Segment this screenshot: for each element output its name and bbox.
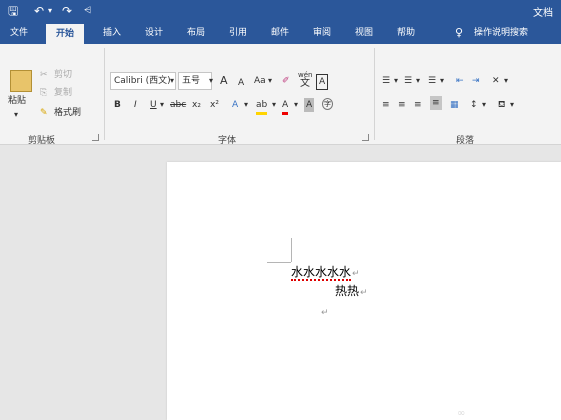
undo-icon[interactable]: ↶	[34, 3, 44, 19]
group-divider	[374, 48, 375, 140]
tab-home[interactable]: 开始	[46, 24, 84, 44]
document-text: 热热	[335, 284, 360, 298]
clear-formatting-icon[interactable]: ✐	[282, 74, 290, 88]
tab-help[interactable]: 帮助	[392, 22, 420, 44]
tab-mailings[interactable]: 邮件	[266, 22, 294, 44]
align-right-icon[interactable]: ≡	[414, 98, 422, 112]
decrease-indent-icon[interactable]: ⇤	[456, 74, 464, 88]
text-effects-dropdown-icon[interactable]: ▾	[244, 98, 248, 112]
cut-icon: ✂	[40, 70, 48, 80]
window-title: 文档	[533, 8, 553, 19]
font-name-select[interactable]: Calibri (西文)	[110, 72, 176, 90]
enclose-characters-button[interactable]: 字	[322, 98, 333, 110]
document-page[interactable]: 水水水水水↵ 热热↵ ↵ ∞	[167, 162, 561, 420]
increase-indent-icon[interactable]: ⇥	[472, 74, 480, 88]
ribbon-tabs: 文件 开始 插入 设计 布局 引用 邮件 审阅 视图 帮助 ♀ 操作说明搜索	[0, 22, 561, 44]
numbering-dropdown-icon[interactable]: ▾	[416, 74, 420, 88]
tell-me-search[interactable]: 操作说明搜索	[474, 22, 550, 44]
ribbon-home: 粘贴 ▾ ✂ 剪切 ⎘ 复制 ✎ 格式刷 剪贴板 Calibri (西文) ▾ …	[0, 44, 561, 146]
format-painter-button[interactable]: 格式刷	[54, 106, 81, 120]
highlight-dropdown-icon[interactable]: ▾	[272, 98, 276, 112]
strikethrough-button[interactable]: abc	[170, 98, 186, 112]
shrink-font-icon[interactable]: A	[238, 76, 244, 90]
paragraph-mark-icon: ↵	[360, 288, 368, 298]
bullets-icon[interactable]: ☰	[382, 74, 390, 88]
tab-references[interactable]: 引用	[224, 22, 252, 44]
watermark-icon: ∞	[457, 408, 466, 419]
align-center-icon[interactable]: ≡	[398, 98, 406, 112]
bullets-dropdown-icon[interactable]: ▾	[394, 74, 398, 88]
underline-dropdown-icon[interactable]: ▾	[160, 98, 164, 112]
tab-review[interactable]: 审阅	[308, 22, 336, 44]
undo-dropdown-icon[interactable]: ▾	[48, 3, 52, 19]
document-text: 水水水水水	[291, 265, 352, 281]
tab-layout[interactable]: 布局	[182, 22, 210, 44]
superscript-button[interactable]: x²	[210, 98, 219, 112]
copy-icon: ⎘	[40, 88, 48, 98]
tab-design[interactable]: 设计	[140, 22, 168, 44]
margin-corner-vertical	[291, 238, 292, 262]
format-painter-icon: ✎	[40, 108, 48, 118]
character-border-icon[interactable]: A	[316, 74, 329, 90]
paragraph-mark-icon: ↵	[321, 308, 329, 318]
justify-icon[interactable]: ≡	[430, 96, 442, 110]
paste-icon[interactable]	[10, 70, 32, 92]
font-size-select[interactable]: 五号	[178, 72, 212, 90]
tab-view[interactable]: 视图	[350, 22, 378, 44]
numbering-icon[interactable]: ☰	[404, 74, 412, 88]
font-group-label: 字体	[218, 136, 237, 146]
distributed-icon[interactable]: ▦	[450, 98, 459, 112]
multilevel-list-dropdown-icon[interactable]: ▾	[440, 74, 444, 88]
tab-insert[interactable]: 插入	[98, 22, 126, 44]
text-effects-button[interactable]: A	[232, 98, 238, 112]
font-color-button[interactable]: A	[282, 98, 289, 115]
font-launcher-icon[interactable]	[362, 134, 369, 141]
shading-dropdown-icon[interactable]: ▾	[510, 98, 514, 112]
phonetic-guide-icon[interactable]: 文	[300, 77, 310, 91]
font-color-dropdown-icon[interactable]: ▾	[294, 98, 298, 112]
highlight-button[interactable]: ab	[256, 98, 268, 115]
character-shading-button[interactable]: A	[304, 98, 315, 112]
grow-font-icon[interactable]: A	[220, 74, 228, 88]
paragraph-mark-icon: ↵	[352, 269, 360, 279]
save-icon[interactable]: 🖫	[8, 3, 18, 19]
chinese-layout-icon[interactable]: ✕	[492, 74, 500, 88]
title-bar: 🖫 ↶ ▾ ↷ ⩤ 文档	[0, 0, 561, 22]
line-spacing-dropdown-icon[interactable]: ▾	[482, 98, 486, 112]
document-line[interactable]: 热热↵	[335, 282, 368, 299]
chinese-layout-dropdown-icon[interactable]: ▾	[504, 74, 508, 88]
multilevel-list-icon[interactable]: ☰	[428, 74, 436, 88]
cut-button[interactable]: 剪切	[54, 68, 72, 82]
change-case-dropdown-icon[interactable]: ▾	[268, 74, 272, 88]
tab-file[interactable]: 文件	[2, 22, 36, 44]
copy-button[interactable]: 复制	[54, 86, 72, 100]
bold-button[interactable]: B	[114, 98, 121, 112]
underline-button[interactable]: U	[150, 98, 157, 112]
subscript-button[interactable]: x₂	[192, 98, 201, 112]
paragraph-group-label: 段落	[456, 136, 475, 146]
document-line[interactable]: 水水水水水↵	[291, 263, 360, 281]
margin-corner-horizontal	[267, 262, 291, 263]
font-name-dropdown-icon[interactable]: ▾	[170, 74, 174, 88]
paste-button[interactable]: 粘贴	[8, 94, 26, 108]
group-divider	[104, 48, 105, 140]
clipboard-launcher-icon[interactable]	[92, 134, 99, 141]
lightbulb-icon: ♀	[454, 26, 464, 39]
paste-dropdown-icon[interactable]: ▾	[14, 108, 18, 122]
align-left-icon[interactable]: ≡	[382, 98, 390, 112]
font-size-dropdown-icon[interactable]: ▾	[209, 74, 213, 88]
clipboard-group-label: 剪贴板	[28, 136, 56, 146]
line-spacing-icon[interactable]: ↕	[470, 98, 478, 112]
customize-quick-access-icon[interactable]: ⩤	[84, 3, 91, 19]
change-case-button[interactable]: Aa	[254, 74, 266, 88]
shading-icon[interactable]: ⛾	[498, 98, 505, 112]
italic-button[interactable]: I	[134, 98, 137, 112]
redo-icon[interactable]: ↷	[62, 3, 72, 19]
